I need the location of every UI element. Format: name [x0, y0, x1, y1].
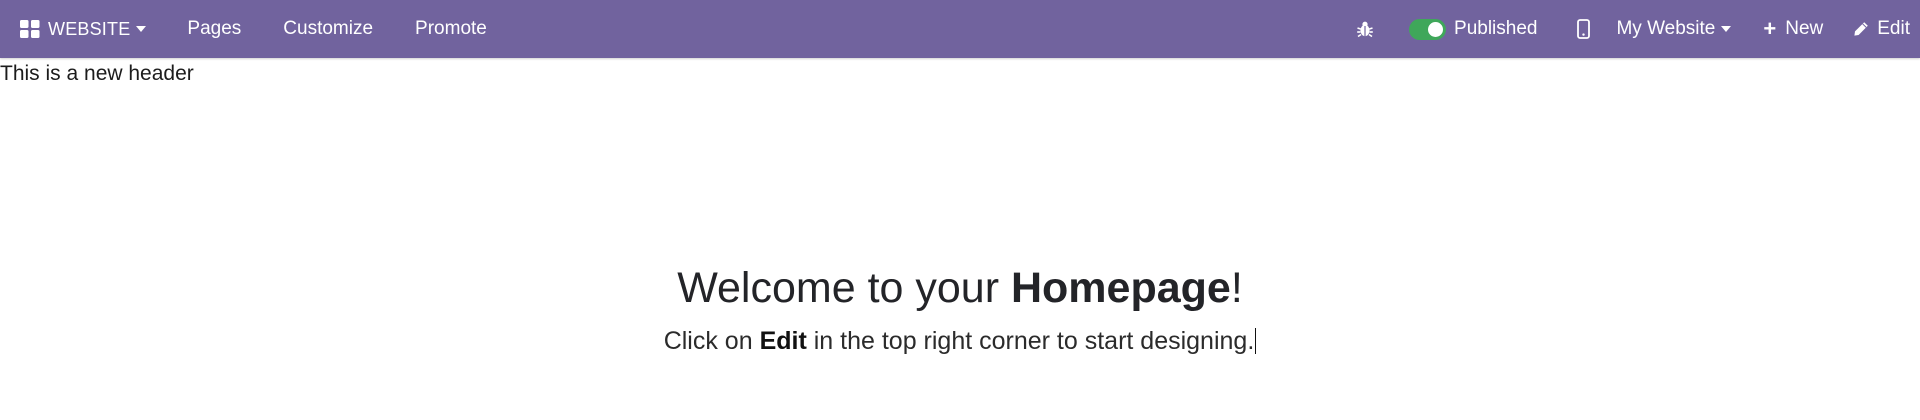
menu-customize[interactable]: Customize	[262, 0, 394, 58]
custom-header-text: This is a new header	[0, 62, 194, 85]
hero-title-suffix: !	[1230, 264, 1243, 312]
mobile-preview-button[interactable]	[1559, 0, 1610, 58]
hero-title: Welcome to your Homepage!	[0, 262, 1920, 314]
menu-pages[interactable]: Pages	[166, 0, 262, 58]
new-label: New	[1785, 18, 1824, 39]
chevron-down-icon	[1721, 26, 1732, 32]
text-cursor	[1255, 328, 1257, 354]
apps-grid-icon	[20, 20, 40, 38]
top-navbar: WEBSITE Pages Customize Promote Publishe…	[0, 0, 1920, 58]
plus-icon: +	[1763, 16, 1777, 41]
hero-title-bold: Homepage	[1010, 264, 1231, 312]
website-switcher-label: My Website	[1616, 18, 1716, 39]
menu-promote[interactable]: Promote	[394, 0, 508, 58]
hero-subtitle-suffix: in the top right corner to start designi…	[806, 327, 1255, 355]
debug-button[interactable]	[1335, 0, 1395, 58]
hero-subtitle-bold: Edit	[759, 327, 807, 355]
edit-button[interactable]: Edit	[1839, 0, 1920, 58]
website-app-menu[interactable]: WEBSITE	[0, 0, 166, 58]
edit-label: Edit	[1877, 18, 1910, 39]
bug-icon	[1357, 21, 1373, 38]
navbar-left: WEBSITE Pages Customize Promote	[0, 0, 508, 58]
toggle-switch[interactable]	[1409, 18, 1447, 40]
new-content-button[interactable]: + New	[1745, 0, 1839, 58]
hero-title-prefix: Welcome to your	[677, 264, 1011, 312]
navbar-right: Published My Website + New Edit	[1335, 0, 1920, 58]
mobile-phone-icon	[1577, 19, 1591, 39]
chevron-down-icon	[136, 26, 147, 32]
website-app-label: WEBSITE	[48, 18, 131, 39]
pencil-icon	[1854, 22, 1869, 36]
website-switcher[interactable]: My Website	[1610, 0, 1745, 58]
hero-subtitle-prefix: Click on	[663, 327, 760, 355]
toggle-knob	[1428, 21, 1444, 37]
homepage-hero: Welcome to your Homepage! Click on Edit …	[0, 262, 1920, 357]
hero-subtitle[interactable]: Click on Edit in the top right corner to…	[0, 325, 1920, 357]
publish-toggle[interactable]: Published	[1395, 0, 1559, 58]
publish-label: Published	[1454, 18, 1538, 39]
